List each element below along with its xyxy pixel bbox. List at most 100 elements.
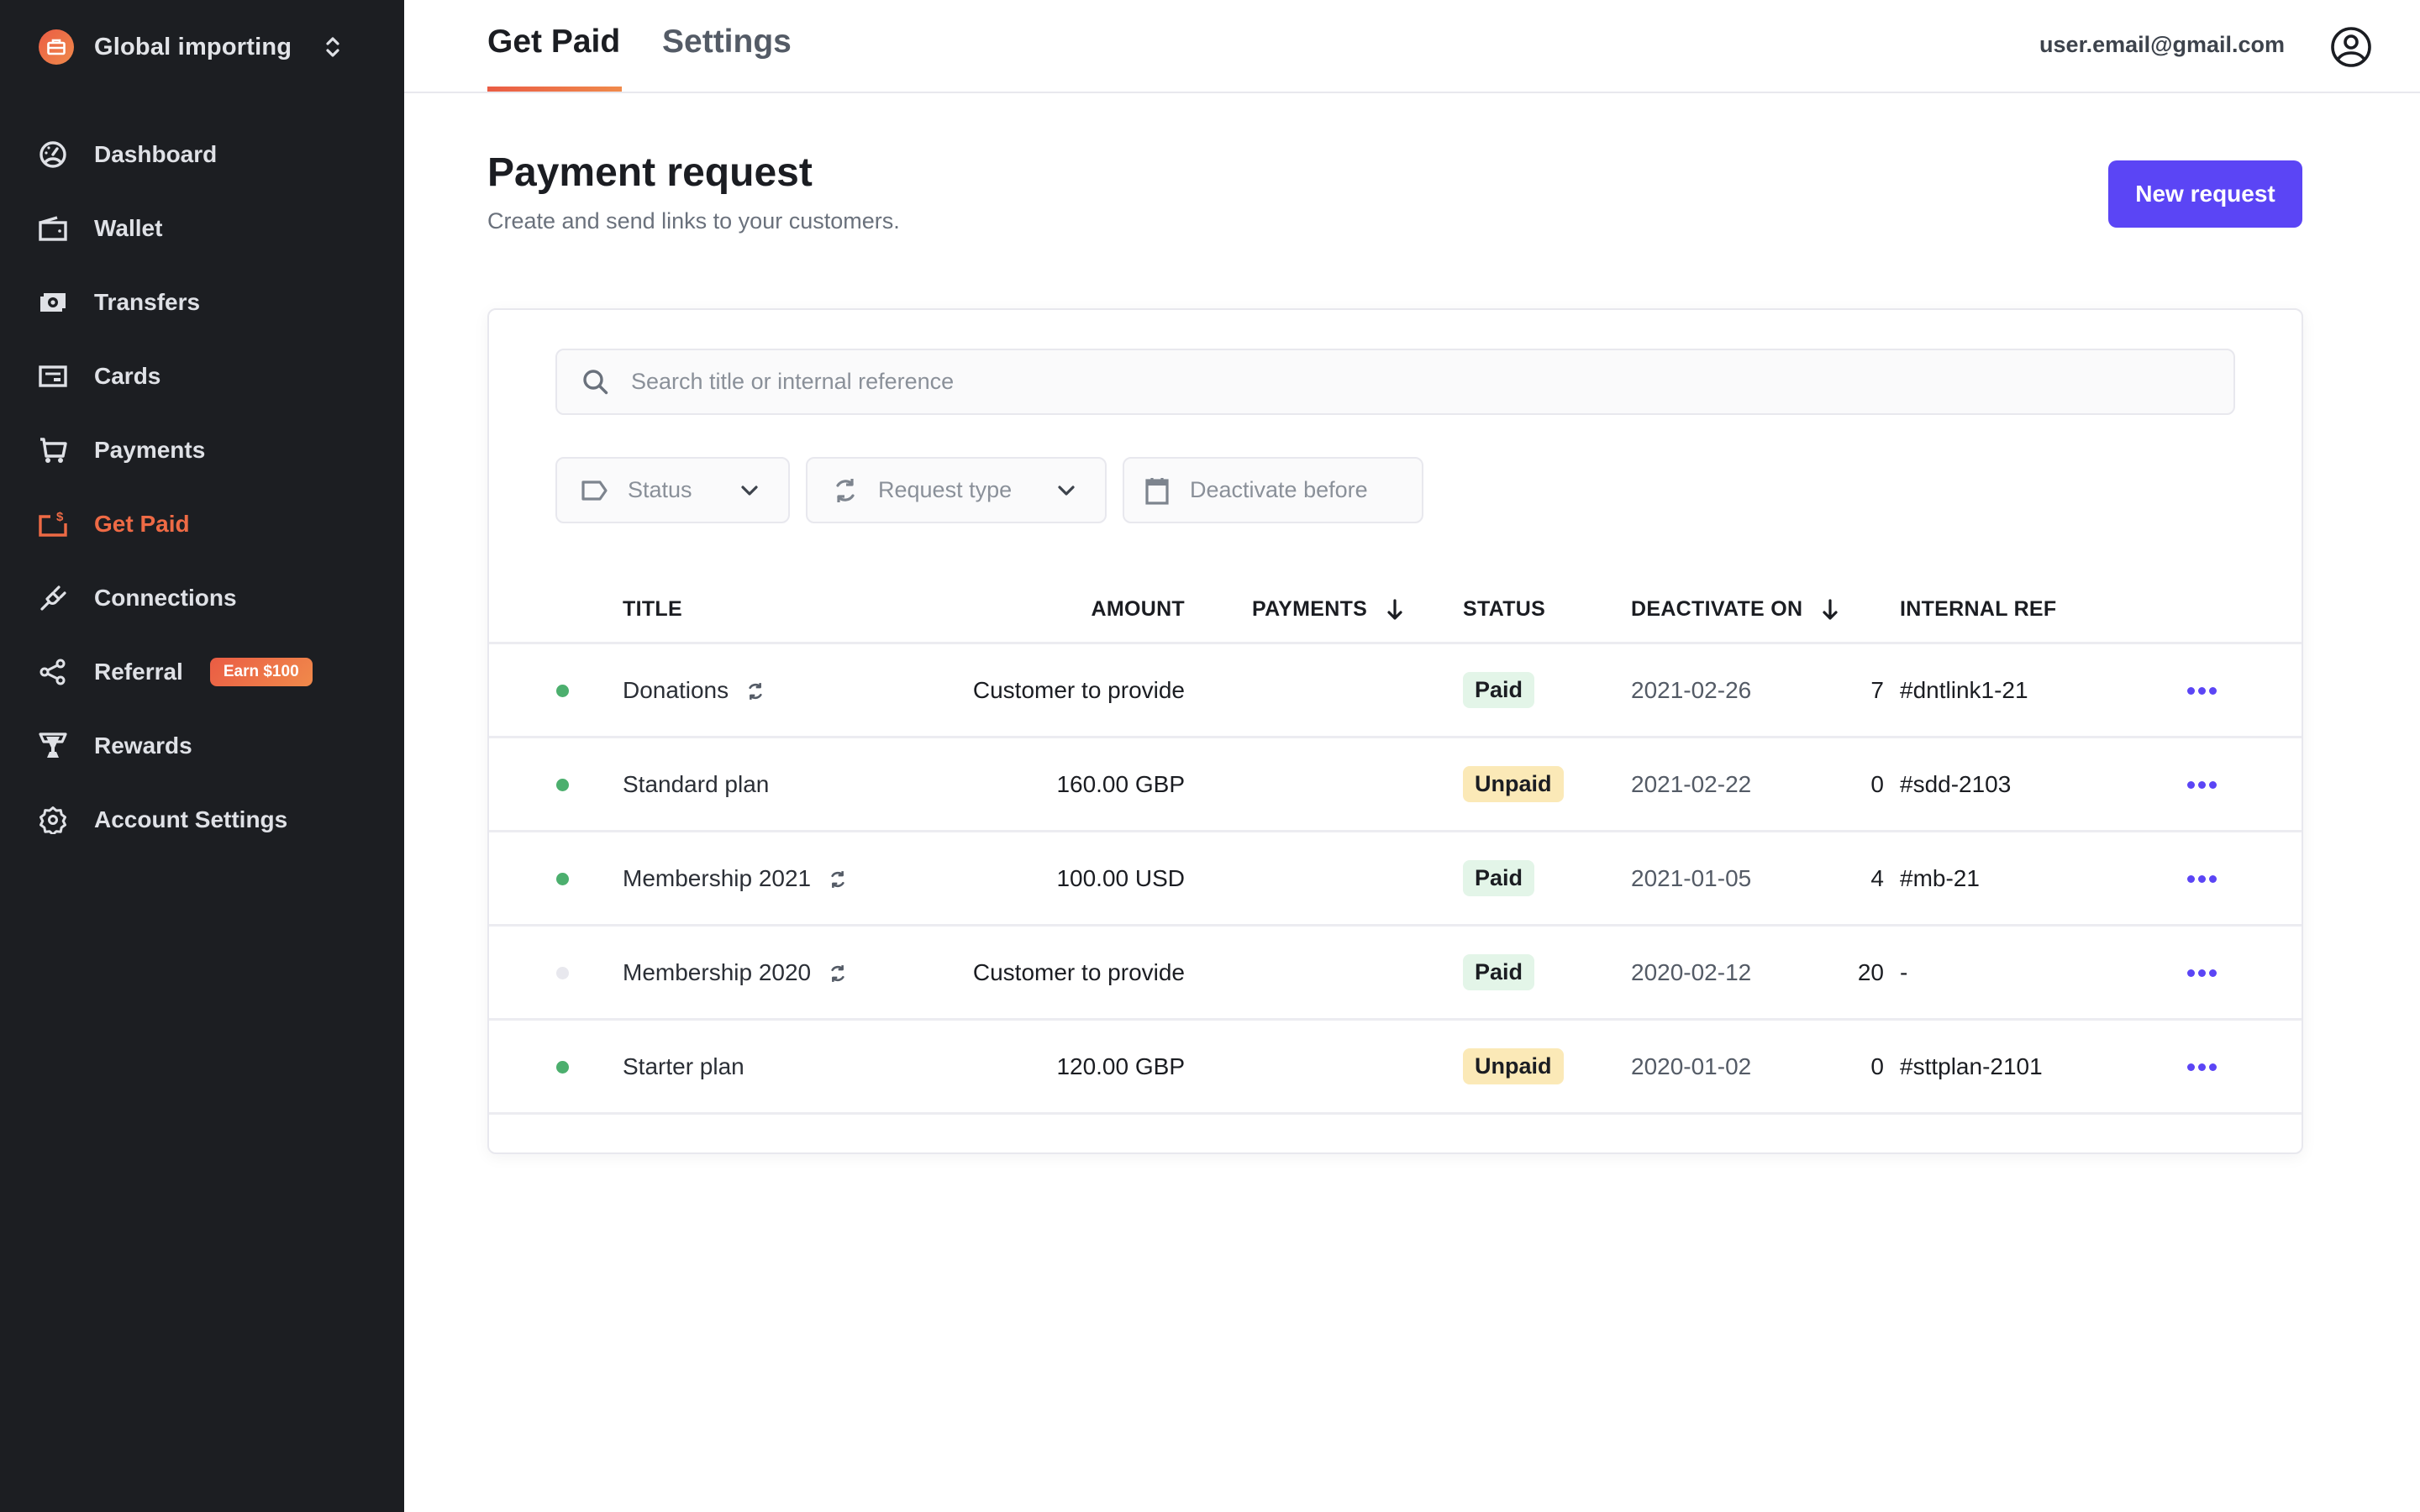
- gear-icon: [39, 806, 67, 834]
- sidebar-item-referral[interactable]: Referral Earn $100: [0, 635, 404, 709]
- briefcase-icon: [39, 29, 74, 65]
- sidebar: Global importing Dashboard Wallet Transf…: [0, 0, 404, 1512]
- row-internal-ref: #sttplan-2101: [1900, 1053, 2043, 1079]
- active-status-dot: [556, 873, 569, 885]
- column-payments[interactable]: PAYMENTS: [1252, 597, 1404, 622]
- trophy-icon: [39, 732, 67, 760]
- row-payments: 0: [1870, 1053, 1884, 1079]
- column-status: STATUS: [1463, 597, 1546, 621]
- more-options-button[interactable]: [2178, 1054, 2225, 1079]
- row-deactivate-on: 2020-01-02: [1631, 1053, 1752, 1079]
- sidebar-item-connections[interactable]: Connections: [0, 561, 404, 635]
- search-box[interactable]: [555, 349, 2235, 415]
- row-internal-ref: -: [1900, 958, 1908, 985]
- more-options-button[interactable]: [2178, 866, 2225, 891]
- request-type-filter[interactable]: Request type: [806, 457, 1107, 523]
- column-internal-ref: INTERNAL REF: [1900, 597, 2057, 621]
- row-payments: 7: [1870, 676, 1884, 703]
- sidebar-item-account-settings[interactable]: Account Settings: [0, 783, 404, 857]
- row-title: Membership 2020: [623, 958, 812, 985]
- row-deactivate-on: 2021-02-22: [1631, 770, 1752, 797]
- row-amount: 100.00 USD: [1056, 864, 1185, 891]
- deactivate-before-filter[interactable]: Deactivate before: [1123, 457, 1423, 523]
- sidebar-item-wallet[interactable]: Wallet: [0, 192, 404, 265]
- cart-icon: [39, 436, 67, 465]
- sidebar-item-payments[interactable]: Payments: [0, 413, 404, 487]
- row-title-cell: Membership 2021: [623, 832, 848, 924]
- banknote-icon: [39, 288, 67, 317]
- sidebar-item-get-paid[interactable]: $ Get Paid: [0, 487, 404, 561]
- row-title-cell: Starter plan: [623, 1021, 744, 1112]
- row-deactivate-on: 2021-01-05: [1631, 864, 1752, 891]
- search-input[interactable]: [631, 369, 2144, 395]
- sidebar-item-rewards[interactable]: Rewards: [0, 709, 404, 783]
- status-badge: Unpaid: [1463, 1048, 1564, 1084]
- sidebar-item-transfers[interactable]: Transfers: [0, 265, 404, 339]
- table-row[interactable]: Starter plan 120.00 GBP 0 Unpaid 2020-01…: [489, 1021, 2302, 1115]
- more-options-button[interactable]: [2178, 772, 2225, 797]
- column-title: TITLE: [623, 597, 682, 621]
- recurring-icon: [831, 476, 860, 505]
- active-status-dot: [556, 1061, 569, 1074]
- page-subtitle: Create and send links to your customers.: [487, 208, 900, 234]
- active-status-dot: [556, 685, 569, 697]
- top-header: Get Paid Settings user.email@gmail.com: [404, 0, 2420, 93]
- svg-text:$: $: [56, 510, 64, 524]
- active-status-dot: [556, 779, 569, 791]
- plug-icon: [39, 584, 67, 612]
- table-row[interactable]: Standard plan 160.00 GBP 0 Unpaid 2021-0…: [489, 738, 2302, 832]
- card-icon: [39, 362, 67, 391]
- row-deactivate-on: 2021-02-26: [1631, 676, 1752, 703]
- more-options-button[interactable]: [2178, 960, 2225, 985]
- status-filter[interactable]: Status: [555, 457, 790, 523]
- active-tab-indicator: [487, 87, 622, 92]
- wallet-icon: [39, 214, 67, 243]
- row-title: Standard plan: [623, 770, 770, 797]
- table-row[interactable]: Membership 2021 100.00 USD 4 Paid 2021-0…: [489, 832, 2302, 927]
- tab-settings[interactable]: Settings: [662, 24, 792, 60]
- tag-icon: [581, 476, 609, 505]
- row-status-cell: Unpaid: [1463, 1021, 1564, 1112]
- row-title: Donations: [623, 676, 729, 703]
- more-options-button[interactable]: [2178, 678, 2225, 703]
- search-icon: [581, 367, 611, 397]
- get-paid-icon: $: [39, 510, 67, 538]
- row-internal-ref: #sdd-2103: [1900, 770, 2012, 797]
- org-switcher[interactable]: Global importing: [39, 29, 375, 65]
- status-badge: Paid: [1463, 860, 1535, 896]
- new-request-button[interactable]: New request: [2108, 160, 2302, 228]
- row-internal-ref: #dntlink1-21: [1900, 676, 2028, 703]
- row-title-cell: Standard plan: [623, 738, 769, 830]
- sort-descending-icon: [1386, 598, 1404, 622]
- column-deactivate-on[interactable]: DEACTIVATE ON: [1631, 597, 1839, 622]
- table-header: TITLE AMOUNT PAYMENTS STATUS DEACTIVATE …: [489, 577, 2302, 644]
- tab-get-paid[interactable]: Get Paid: [487, 24, 620, 60]
- recurring-icon: [828, 869, 848, 889]
- org-name: Global importing: [94, 33, 292, 60]
- row-status-cell: Paid: [1463, 927, 1535, 1018]
- column-amount: AMOUNT: [1091, 597, 1185, 621]
- recurring-icon: [745, 680, 765, 701]
- recurring-icon: [828, 963, 848, 983]
- calendar-icon: [1143, 476, 1171, 505]
- row-internal-ref: #mb-21: [1900, 864, 1980, 891]
- payment-requests-card: Status Request type Deactivate before TI…: [487, 308, 2303, 1154]
- row-status-cell: Paid: [1463, 832, 1535, 924]
- dashboard-icon: [39, 140, 67, 169]
- table-row[interactable]: Donations Customer to provide 7 Paid 202…: [489, 644, 2302, 738]
- sidebar-nav: Dashboard Wallet Transfers Cards Payment…: [0, 118, 404, 857]
- row-title-cell: Donations: [623, 644, 765, 736]
- status-badge: Paid: [1463, 954, 1535, 990]
- sidebar-item-dashboard[interactable]: Dashboard: [0, 118, 404, 192]
- row-payments: 20: [1857, 958, 1884, 985]
- status-badge: Paid: [1463, 672, 1535, 708]
- table-row[interactable]: Membership 2020 Customer to provide 20 P…: [489, 927, 2302, 1021]
- status-badge: Unpaid: [1463, 766, 1564, 802]
- row-title-cell: Membership 2020: [623, 927, 848, 1018]
- sidebar-item-cards[interactable]: Cards: [0, 339, 404, 413]
- row-deactivate-on: 2020-02-12: [1631, 958, 1752, 985]
- user-account-icon[interactable]: [2330, 26, 2372, 68]
- row-status-cell: Paid: [1463, 644, 1535, 736]
- chevron-up-down-icon: [323, 34, 343, 60]
- chevron-down-icon: [1055, 479, 1078, 502]
